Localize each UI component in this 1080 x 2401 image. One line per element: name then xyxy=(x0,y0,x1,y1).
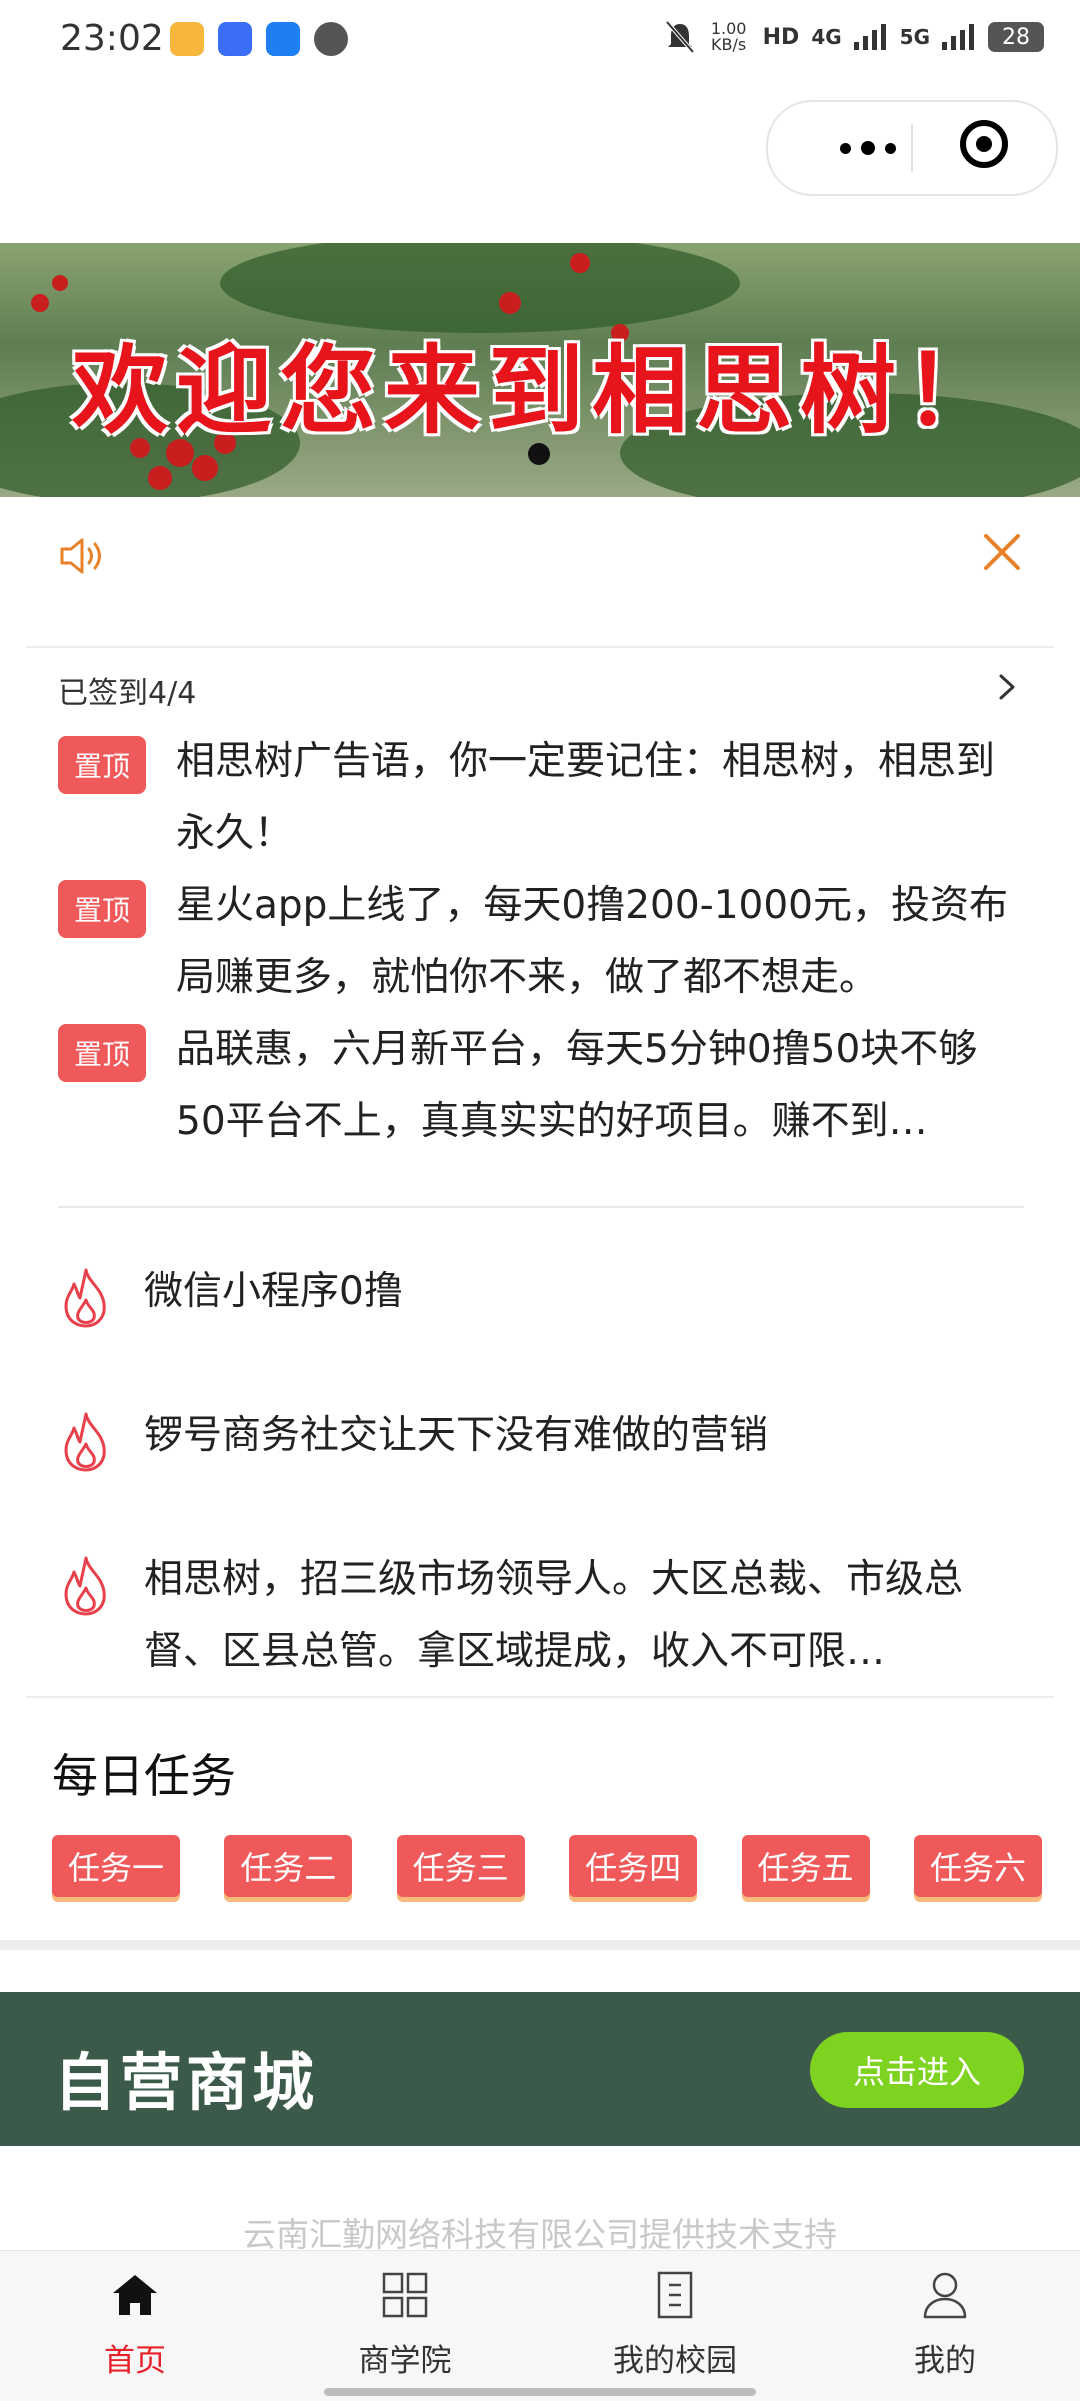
battery-icon: 28 xyxy=(988,22,1044,52)
more-dots-icon xyxy=(840,142,851,154)
app-notification-icon xyxy=(170,22,204,56)
tab-label: 商学院 xyxy=(358,2343,452,2379)
divider xyxy=(58,1206,1024,1208)
grid-icon xyxy=(382,2272,428,2318)
status-bar: 23:02 1.00 KB/s HD 4G 5G 28 xyxy=(0,0,1080,86)
status-right: 1.00 KB/s HD 4G 5G 28 xyxy=(665,20,1044,54)
task-button-row: 任务一 任务二 任务三 任务四 任务五 任务六 xyxy=(52,1835,1042,1897)
tab-home[interactable]: 首页 xyxy=(35,2269,235,2380)
hot-post[interactable]: 锣号商务社交让天下没有难做的营销 xyxy=(58,1400,1018,1474)
carousel-indicator xyxy=(528,443,550,465)
checkin-status[interactable]: 已签到4/4 xyxy=(58,668,196,712)
flame-icon xyxy=(64,1268,106,1328)
speaker-icon xyxy=(60,538,101,574)
pinned-post-text: 星火app上线了，每天0撸200-1000元，投资布局赚更多，就怕你不来，做了都… xyxy=(176,883,1008,1000)
miniprogram-capsule xyxy=(766,100,1058,196)
flame-icon xyxy=(64,1556,106,1616)
signal-4g: 4G xyxy=(811,25,842,49)
pinned-post[interactable]: 置顶 星火app上线了，每天0撸200-1000元，投资布局赚更多，就怕你不来，… xyxy=(58,870,1018,1014)
hd-indicator: HD xyxy=(762,24,800,50)
hot-post[interactable]: 微信小程序0撸 xyxy=(58,1256,1018,1330)
close-icon[interactable] xyxy=(980,530,1024,574)
pinned-tag: 置顶 xyxy=(58,880,146,938)
tab-academy[interactable]: 商学院 xyxy=(305,2269,505,2380)
tab-label: 首页 xyxy=(104,2343,166,2379)
signal-bars-icon xyxy=(853,24,886,50)
task-button[interactable]: 任务四 xyxy=(569,1835,698,1897)
pinned-post[interactable]: 置顶 品联惠，六月新平台，每天5分钟0撸50块不够50平台不上，真真实实的好项目… xyxy=(58,1014,1018,1158)
content-card-top-border xyxy=(26,646,1054,648)
pinned-tag: 置顶 xyxy=(58,736,146,794)
document-icon xyxy=(657,2271,693,2319)
mall-enter-button[interactable]: 点击进入 xyxy=(810,2032,1024,2108)
task-button[interactable]: 任务六 xyxy=(913,1835,1042,1897)
home-indicator[interactable] xyxy=(324,2388,756,2396)
divider xyxy=(26,1696,1054,1698)
battery-level: 28 xyxy=(1002,24,1030,50)
daily-tasks-title: 每日任务 xyxy=(52,1749,236,1803)
task-button[interactable]: 任务一 xyxy=(52,1835,180,1897)
mall-banner: 自营商城 点击进入 xyxy=(0,1992,1080,2146)
net-speed: 1.00 KB/s xyxy=(710,19,747,54)
status-time: 23:02 xyxy=(60,18,164,59)
section-gap xyxy=(0,1940,1080,1950)
footer-credit: 云南汇勤网络科技有限公司提供技术支持 xyxy=(243,2215,837,2254)
signal-5g: 5G xyxy=(899,25,930,49)
message-icon xyxy=(314,22,348,56)
signal-bars-icon xyxy=(942,24,974,50)
app-notification-icon xyxy=(218,22,252,56)
task-button[interactable]: 任务三 xyxy=(396,1835,525,1897)
hot-post-text: 微信小程序0撸 xyxy=(144,1269,403,1314)
tab-label: 我的 xyxy=(914,2343,976,2379)
capsule-divider xyxy=(911,124,913,172)
pinned-post[interactable]: 置顶 相思树广告语，你一定要记住：相思树，相思到永久！ xyxy=(58,726,1018,870)
pinned-tag: 置顶 xyxy=(58,1024,146,1082)
tab-bar: 首页 商学院 我的校园 我的 xyxy=(0,2250,1080,2401)
tab-campus[interactable]: 我的校园 xyxy=(575,2269,775,2380)
mall-title: 自营商城 xyxy=(54,2046,319,2119)
chevron-right-icon[interactable] xyxy=(995,670,1019,704)
mute-bell-icon xyxy=(665,20,695,54)
close-miniprogram-button[interactable] xyxy=(960,120,1008,168)
user-icon xyxy=(923,2272,967,2319)
pinned-post-text: 相思树广告语，你一定要记住：相思树，相思到永久！ xyxy=(176,739,996,856)
banner-carousel[interactable]: 欢迎您来到相思树！ xyxy=(0,243,1080,497)
hot-post-text: 锣号商务社交让天下没有难做的营销 xyxy=(144,1413,769,1458)
hot-post[interactable]: 相思树，招三级市场领导人。大区总裁、市级总督、区县总管。拿区域提成，收入不可限… xyxy=(58,1544,1018,1688)
tab-mine[interactable]: 我的 xyxy=(845,2269,1045,2380)
pinned-post-text: 品联惠，六月新平台，每天5分钟0撸50块不够50平台不上，真真实实的好项目。赚不… xyxy=(176,1027,978,1144)
status-app-icons xyxy=(170,22,348,56)
hot-post-text: 相思树，招三级市场领导人。大区总裁、市级总督、区县总管。拿区域提成，收入不可限… xyxy=(144,1557,964,1674)
app-notification-icon xyxy=(266,22,300,56)
more-dots-icon xyxy=(885,142,896,154)
home-icon xyxy=(113,2275,157,2315)
more-dots-icon xyxy=(861,141,875,155)
task-button[interactable]: 任务五 xyxy=(741,1835,870,1897)
more-button[interactable] xyxy=(828,128,908,168)
tab-label: 我的校园 xyxy=(613,2343,737,2379)
task-button[interactable]: 任务二 xyxy=(224,1835,353,1897)
banner-title: 欢迎您来到相思树！ xyxy=(72,334,1008,447)
flame-icon xyxy=(64,1412,106,1472)
